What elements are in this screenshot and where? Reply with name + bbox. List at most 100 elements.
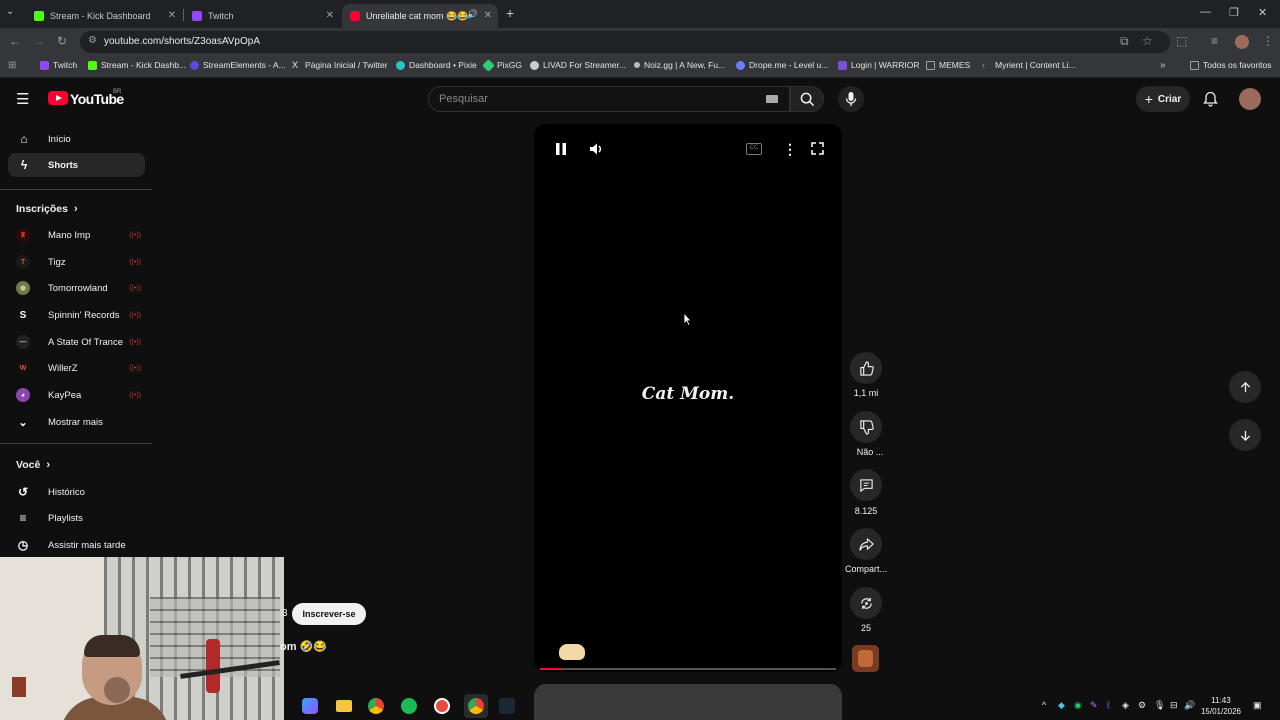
tray-app-icon[interactable]: ◈: [1122, 700, 1129, 711]
bookmark-warrior[interactable]: Login | WARRIOR: [838, 60, 920, 70]
tray-app-icon[interactable]: ✎: [1090, 700, 1098, 711]
reload-icon[interactable]: ↻: [57, 34, 67, 48]
chrome-icon[interactable]: [368, 698, 384, 714]
tab-youtube-short[interactable]: Unreliable cat mom 😂😂 🔊 ✕: [342, 4, 498, 28]
tray-app-icon[interactable]: ⚙: [1138, 700, 1146, 711]
subscription-a-state-of-trance[interactable]: — A State Of Trance ((•)): [16, 332, 141, 352]
apps-grid-icon[interactable]: ⊞: [8, 60, 16, 71]
tab-kick-dashboard[interactable]: Stream - Kick Dashboard ✕: [26, 4, 182, 28]
bookmark-drope[interactable]: Drope.me - Level u...: [736, 60, 828, 70]
tab-search-icon[interactable]: ⌄: [6, 6, 14, 17]
back-icon[interactable]: ←: [9, 34, 21, 48]
bookmark-twitch[interactable]: Twitch: [40, 60, 77, 70]
comments-button[interactable]: [850, 469, 882, 501]
tray-overflow-icon[interactable]: ^: [1042, 700, 1046, 710]
subscription-tomorrowland[interactable]: ◉ Tomorrowland ((•)): [16, 278, 141, 298]
profile-avatar[interactable]: [1235, 35, 1249, 49]
all-bookmarks-folder[interactable]: Todos os favoritos: [1190, 60, 1272, 70]
close-icon[interactable]: ✕: [168, 10, 176, 21]
voice-search-button[interactable]: [838, 86, 864, 112]
chrome-menu-icon[interactable]: ⋮: [1262, 34, 1274, 48]
network-icon[interactable]: ⊟: [1170, 700, 1178, 711]
fullscreen-icon[interactable]: [810, 141, 825, 161]
obs-icon[interactable]: [434, 698, 450, 714]
chrome-active-icon[interactable]: [468, 698, 484, 714]
dislike-button[interactable]: [850, 411, 882, 443]
like-button[interactable]: [850, 352, 882, 384]
bookmark-star-icon[interactable]: ☆: [1142, 34, 1153, 48]
hamburger-menu-icon[interactable]: ☰: [16, 90, 29, 108]
steam-icon[interactable]: [499, 698, 515, 714]
restore-icon[interactable]: ❐: [1229, 6, 1239, 19]
site-info-icon[interactable]: ⚙: [88, 35, 97, 46]
subscribe-button[interactable]: Inscrever-se: [292, 603, 366, 625]
show-more-button[interactable]: ⌄ Mostrar mais: [16, 412, 141, 432]
subscription-tigz[interactable]: T Tigz ((•)): [16, 252, 141, 272]
subscription-spinnin-records[interactable]: S Spinnin' Records ((•)): [16, 305, 141, 325]
bookmark-livad[interactable]: LIVAD For Streamer...: [530, 60, 626, 70]
tray-app-icon[interactable]: ◆: [1058, 700, 1065, 711]
bookmark-twitter[interactable]: X Página Inicial / Twitter: [292, 60, 388, 70]
subscription-kaypea[interactable]: ◕ KayPea ((•)): [16, 385, 141, 405]
sidebar-item-shorts[interactable]: ϟ Shorts: [8, 153, 145, 177]
copilot-icon[interactable]: [302, 698, 318, 714]
close-icon[interactable]: ✕: [484, 10, 492, 21]
spotify-icon[interactable]: [401, 698, 417, 714]
extensions-icon[interactable]: ⬚: [1176, 34, 1187, 48]
forward-icon[interactable]: →: [33, 34, 45, 48]
file-explorer-icon[interactable]: [336, 700, 352, 712]
bookmark-noiz[interactable]: Noiz.gg | A New, Fu...: [634, 60, 725, 70]
bookmark-myrient[interactable]: ‹ Myrient | Content Li...: [982, 60, 1076, 70]
previous-short-button[interactable]: [1229, 371, 1261, 403]
create-button[interactable]: + Criar: [1136, 86, 1190, 112]
media-control-icon[interactable]: ≡: [1211, 34, 1218, 48]
expand-glyph: [811, 142, 824, 155]
captions-icon[interactable]: CC: [746, 143, 762, 155]
sound-thumbnail[interactable]: [852, 645, 879, 672]
sidebar-divider: [0, 189, 152, 190]
search-button[interactable]: [790, 86, 824, 112]
next-short-button[interactable]: [1229, 419, 1261, 451]
sidebar-item-watch-later[interactable]: ◷ Assistir mais tarde: [16, 535, 141, 555]
channel-avatar: ◕: [16, 388, 30, 402]
subscriptions-header[interactable]: Inscrições ›: [16, 203, 78, 215]
bluetooth-icon[interactable]: ᛒ: [1106, 700, 1111, 710]
sidebar-item-history[interactable]: ↺ Histórico: [16, 482, 141, 502]
speaker-tray-icon[interactable]: 🔊: [1184, 700, 1195, 711]
keyboard-icon[interactable]: [766, 95, 778, 103]
volume-icon[interactable]: [589, 142, 604, 161]
youtube-logo-icon[interactable]: [48, 91, 68, 105]
subscription-mano-imp[interactable]: ♜ Mano Imp ((•)): [16, 225, 141, 245]
bookmark-pixgg[interactable]: PixGG: [482, 58, 522, 72]
bookmark-folder-memes[interactable]: MEMES: [926, 60, 970, 70]
close-window-icon[interactable]: ✕: [1258, 6, 1267, 19]
bookmark-pixie[interactable]: Dashboard • Pixie: [396, 60, 477, 70]
notification-center-icon[interactable]: ▣: [1253, 700, 1262, 711]
microphone-icon: [845, 92, 857, 106]
close-icon[interactable]: ✕: [326, 10, 334, 21]
bookmark-kick[interactable]: Stream - Kick Dashb...: [88, 60, 186, 70]
new-tab-icon[interactable]: +: [506, 5, 514, 21]
share-button[interactable]: [850, 528, 882, 560]
url-text[interactable]: youtube.com/shorts/Z3oasAVpOpA: [104, 36, 260, 47]
microphone-tray-icon[interactable]: 🎙: [1154, 700, 1165, 711]
tray-app-icon[interactable]: ◉: [1074, 700, 1082, 711]
next-short-preview[interactable]: [534, 684, 842, 720]
pause-icon[interactable]: [555, 142, 567, 161]
minimize-icon[interactable]: —: [1200, 6, 1211, 18]
more-bookmarks-icon[interactable]: »: [1160, 60, 1166, 71]
tab-twitch[interactable]: Twitch ✕: [184, 4, 340, 28]
sidebar-item-home[interactable]: ⌂ Início: [8, 127, 145, 151]
subscription-willerz[interactable]: W WillerZ ((•)): [16, 358, 141, 378]
bookmark-streamelements[interactable]: StreamElements - A...: [190, 60, 286, 70]
audio-playing-icon[interactable]: 🔊: [467, 9, 478, 20]
install-app-icon[interactable]: ⧉: [1120, 34, 1129, 49]
notifications-bell-icon[interactable]: [1203, 91, 1218, 107]
remix-button[interactable]: [850, 587, 882, 619]
account-avatar[interactable]: [1239, 88, 1261, 110]
you-header[interactable]: Você ›: [16, 459, 50, 471]
taskbar-clock[interactable]: 11:43 15/01/2026: [1196, 695, 1246, 717]
video-progress-track[interactable]: [540, 668, 836, 670]
sidebar-item-playlists[interactable]: ≡ Playlists: [16, 508, 141, 528]
more-options-icon[interactable]: ⋮: [783, 141, 797, 158]
